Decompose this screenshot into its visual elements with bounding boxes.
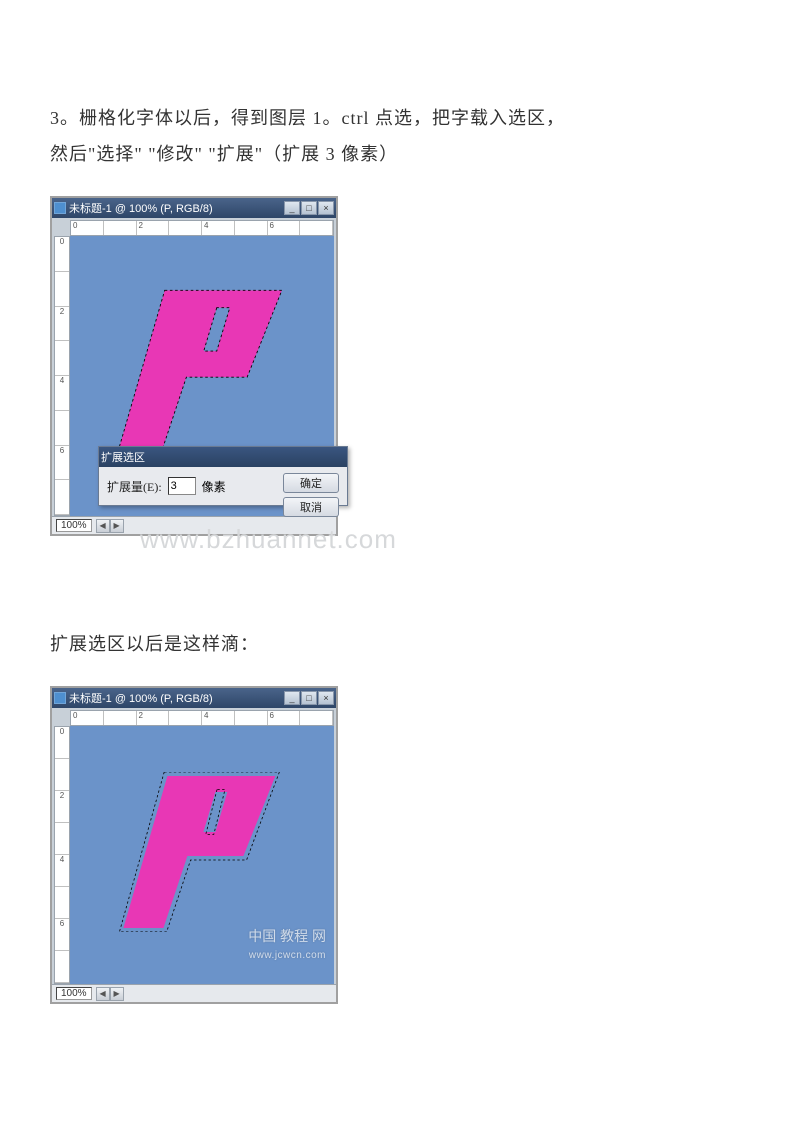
ruler-horizontal-2: 0 2 4 6 [70, 710, 334, 726]
dialog-titlebar: 扩展选区 [99, 447, 347, 467]
expand-amount-label: 扩展量(E): [107, 478, 162, 495]
expand-amount-input[interactable] [168, 477, 196, 495]
paragraph-step-3: 3。栅格化字体以后，得到图层 1。ctrl 点选，把字载入选区， 然后"选择" … [50, 100, 750, 172]
unit-label: 像素 [202, 478, 226, 495]
status-bar: 100% ◀ ▶ [52, 516, 336, 534]
maximize-button[interactable]: □ [301, 201, 317, 215]
nav-right-button[interactable]: ▶ [110, 519, 124, 533]
figure-2-wrapper: 未标题-1 @ 100% (P, RGB/8) _ □ × 0 2 4 6 [50, 686, 338, 1004]
nav-right-button[interactable]: ▶ [110, 987, 124, 1001]
minimize-button[interactable]: _ [284, 691, 300, 705]
status-bar-2: 100% ◀ ▶ [52, 984, 336, 1002]
ruler-horizontal: 0 2 4 6 [70, 220, 334, 236]
text-line-1: 3。栅格化字体以后，得到图层 1。ctrl 点选，把字载入选区， [50, 108, 565, 128]
maximize-button[interactable]: □ [301, 691, 317, 705]
paragraph-result: 扩展选区以后是这样滴： [50, 626, 750, 662]
dialog-title: 扩展选区 [101, 449, 145, 465]
ruler-vertical-2: 0 2 4 6 [54, 726, 70, 984]
window-titlebar-2: 未标题-1 @ 100% (P, RGB/8) _ □ × [52, 688, 336, 708]
text-line-2: 然后"选择" "修改" "扩展"（扩展 3 像素） [50, 144, 398, 164]
zoom-level[interactable]: 100% [56, 519, 92, 532]
text-line-3: 扩展选区以后是这样滴： [50, 634, 259, 654]
minimize-button[interactable]: _ [284, 201, 300, 215]
letter-shape-p-2 [107, 772, 292, 932]
nav-left-button[interactable]: ◀ [96, 519, 110, 533]
doc-icon [54, 202, 66, 214]
window-title: 未标题-1 @ 100% (P, RGB/8) [69, 200, 284, 216]
watermark-cn-2: 中国 教程 网 www.jcwcn.com [248, 928, 326, 962]
doc-icon [54, 692, 66, 704]
expand-selection-dialog: 扩展选区 扩展量(E): 像素 确定 取消 [98, 446, 348, 506]
canvas-2: 中国 教程 网 www.jcwcn.com [70, 726, 334, 984]
zoom-level-2[interactable]: 100% [56, 987, 92, 1000]
nav-left-button[interactable]: ◀ [96, 987, 110, 1001]
close-button[interactable]: × [318, 691, 334, 705]
ok-button[interactable]: 确定 [283, 473, 339, 493]
figure-1-wrapper: 未标题-1 @ 100% (P, RGB/8) _ □ × 0 2 4 6 0 [50, 196, 338, 536]
window-title-2: 未标题-1 @ 100% (P, RGB/8) [69, 690, 284, 706]
window-titlebar: 未标题-1 @ 100% (P, RGB/8) _ □ × [52, 198, 336, 218]
ruler-vertical: 0 2 4 6 [54, 236, 70, 516]
close-button[interactable]: × [318, 201, 334, 215]
cancel-button[interactable]: 取消 [283, 497, 339, 517]
ps-window-2: 未标题-1 @ 100% (P, RGB/8) _ □ × 0 2 4 6 [50, 686, 338, 1004]
letter-shape-p [107, 286, 292, 460]
